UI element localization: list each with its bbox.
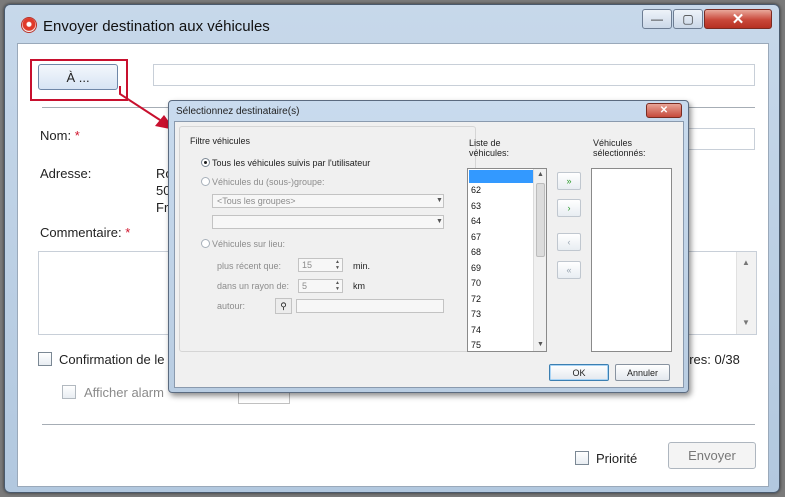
recent-unit: min. — [353, 261, 371, 271]
list-item[interactable]: 64 — [471, 216, 481, 226]
radio-all-vehicles[interactable] — [201, 158, 210, 167]
confirmation-label: Confirmation de le — [59, 352, 165, 367]
selected-vehicles-list[interactable] — [591, 168, 672, 352]
radio-all-vehicles-label: Tous les véhicules suivis par l'utilisat… — [212, 158, 371, 168]
name-label: Nom: * — [40, 128, 80, 143]
window-title: Envoyer destination aux véhicules — [43, 18, 270, 35]
ok-button[interactable]: OK — [549, 364, 609, 381]
radius-km-input[interactable]: 5 ▲ ▼ — [298, 279, 343, 293]
recent-minutes-input[interactable]: 15 ▲ ▼ — [298, 258, 343, 272]
to-button[interactable]: À ... — [38, 64, 118, 90]
vehicle-list-selected-row[interactable] — [469, 170, 533, 183]
scrollbar-thumb[interactable] — [536, 183, 545, 257]
around-label: autour: — [217, 301, 246, 311]
radius-label: dans un rayon de: — [217, 281, 290, 291]
confirmation-checkbox[interactable] — [38, 352, 52, 366]
priority-checkbox[interactable] — [575, 451, 589, 465]
radio-place-vehicles-label: Véhicules sur lieu: — [212, 239, 286, 249]
comment-scrollbar[interactable]: ▲ ▼ — [736, 252, 756, 334]
radius-km-value: 5 — [302, 281, 308, 291]
group-combobox-value: <Tous les groupes> — [217, 196, 296, 206]
dialog-client-area: Filtre véhicules Tous les véhicules suiv… — [174, 121, 684, 388]
minimize-button[interactable]: — — [642, 9, 672, 29]
vehicle-list[interactable]: 62 63 64 67 68 69 70 72 73 74 75 ▲ ▼ — [467, 168, 547, 352]
arrow-right-icon[interactable]: › — [557, 199, 581, 217]
priority-label: Priorité — [596, 451, 638, 466]
selected-vehicles-label: Véhicules sélectionnés: — [593, 138, 646, 158]
filter-title: Filtre véhicules — [190, 136, 251, 146]
magnifier-icon[interactable]: ⚲ — [275, 298, 292, 314]
alarm-checkbox[interactable] — [62, 385, 76, 399]
address-label: Adresse: — [40, 166, 92, 181]
spin-down-icon[interactable]: ▼ — [335, 265, 340, 271]
list-item[interactable]: 63 — [471, 201, 481, 211]
dialog-title: Sélectionnez destinataire(s) — [176, 106, 300, 117]
title-bar[interactable]: Envoyer destination aux véhicules — ▢ ✕ — [5, 5, 779, 43]
list-item[interactable]: 70 — [471, 278, 481, 288]
radio-group-vehicles[interactable] — [201, 177, 210, 186]
subgroup-combobox[interactable]: ▼ — [212, 215, 444, 229]
select-recipients-dialog: Sélectionnez destinataire(s) ✕ Filtre vé… — [168, 100, 689, 393]
list-item[interactable]: 73 — [471, 309, 481, 319]
scroll-down-icon[interactable]: ▼ — [537, 341, 544, 348]
scroll-up-icon[interactable]: ▲ — [742, 258, 750, 267]
around-input[interactable] — [296, 299, 444, 313]
recent-minutes-value: 15 — [302, 260, 313, 270]
separator — [42, 424, 755, 425]
scroll-up-icon[interactable]: ▲ — [537, 171, 544, 178]
alarm-label: Afficher alarm — [84, 385, 164, 400]
double-arrow-left-icon[interactable]: « — [557, 261, 581, 279]
dialog-close-button[interactable]: ✕ — [646, 103, 682, 118]
double-arrow-right-icon[interactable]: » — [557, 172, 581, 190]
close-button[interactable]: ✕ — [704, 9, 772, 29]
radius-unit: km — [353, 281, 365, 291]
radio-place-vehicles[interactable] — [201, 239, 210, 248]
vehicle-list-label: Liste de véhicules: — [469, 138, 510, 158]
list-item[interactable]: 67 — [471, 232, 481, 242]
list-item[interactable]: 69 — [471, 263, 481, 273]
list-item[interactable]: 72 — [471, 294, 481, 304]
name-input[interactable] — [678, 128, 755, 150]
arrow-left-icon[interactable]: ‹ — [557, 233, 581, 251]
maximize-button[interactable]: ▢ — [673, 9, 703, 29]
chevron-down-icon: ▼ — [436, 197, 443, 204]
scroll-down-icon[interactable]: ▼ — [742, 318, 750, 327]
character-counter: ères: 0/38 — [682, 352, 740, 367]
vehicle-list-scrollbar[interactable]: ▲ ▼ — [533, 169, 546, 351]
app-pin-icon — [21, 17, 37, 33]
list-item[interactable]: 75 — [471, 340, 481, 350]
spin-down-icon[interactable]: ▼ — [335, 286, 340, 292]
list-item[interactable]: 62 — [471, 185, 481, 195]
comment-label: Commentaire: * — [40, 225, 131, 240]
chevron-down-icon: ▼ — [436, 218, 443, 225]
send-button[interactable]: Envoyer — [668, 442, 756, 469]
list-item[interactable]: 74 — [471, 325, 481, 335]
list-item[interactable]: 68 — [471, 247, 481, 257]
recipients-input[interactable] — [153, 64, 755, 86]
radio-group-vehicles-label: Véhicules du (sous-)groupe: — [212, 177, 325, 187]
cancel-button[interactable]: Annuler — [615, 364, 670, 381]
recent-label: plus récent que: — [217, 261, 282, 271]
